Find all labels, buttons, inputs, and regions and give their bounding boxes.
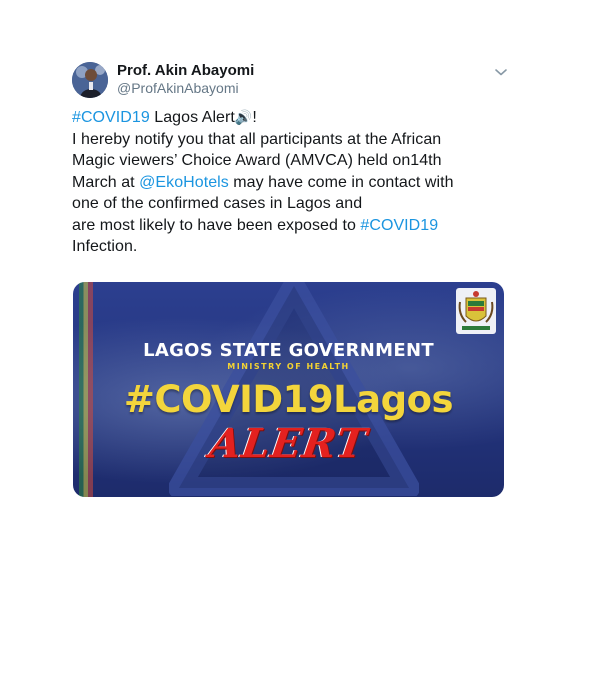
media-hashtag: #COVID19Lagos <box>123 378 454 421</box>
tweet-line-1: #COVID19 Lagos Alert🔊! <box>72 107 512 129</box>
author-handle[interactable]: @ProfAkinAbayomi <box>117 80 239 97</box>
hashtag-link[interactable]: #COVID19 <box>360 217 438 234</box>
speaker-emoji-icon: 🔊 <box>234 109 253 125</box>
lagos-coat-of-arms-icon <box>456 288 496 334</box>
tweet-card: Prof. Akin Abayomi @ProfAkinAbayomi #COV… <box>57 40 543 497</box>
avatar-image <box>72 62 108 98</box>
tweet-line-2: I hereby notify you that all participant… <box>72 130 442 148</box>
tweet-media-image[interactable]: LAGOS STATE GOVERNMENT MINISTRY OF HEALT… <box>73 282 504 497</box>
avatar[interactable] <box>72 62 108 98</box>
tweet-text-fragment: may have come in contact with <box>228 173 454 191</box>
tweet-text-fragment: are most likely to have been exposed to <box>72 216 361 234</box>
author-name[interactable]: Prof. Akin Abayomi <box>117 62 254 80</box>
hashtag-link[interactable]: #COVID19 <box>72 109 150 126</box>
tweet-header: Prof. Akin Abayomi @ProfAkinAbayomi <box>57 40 543 102</box>
media-gov-title: LAGOS STATE GOVERNMENT <box>143 340 434 361</box>
tweet-text-fragment: ! <box>252 109 257 126</box>
tweet-line-6: are most likely to have been exposed to … <box>72 215 512 237</box>
chevron-down-icon[interactable] <box>491 62 511 82</box>
tweet-line-5: one of the confirmed cases in Lagos and <box>72 195 363 212</box>
tweet-line-7: Infection. <box>72 238 138 255</box>
tweet-text-fragment: March at <box>72 173 140 191</box>
media-ministry: MINISTRY OF HEALTH <box>227 362 350 371</box>
tweet-line-4: March at @EkoHotels may have come in con… <box>72 172 512 194</box>
mention-link[interactable]: @EkoHotels <box>139 174 229 191</box>
tweet-text: #COVID19 Lagos Alert🔊! I hereby notify y… <box>72 107 512 258</box>
tweet-text-fragment: Lagos Alert <box>149 109 235 126</box>
tweet-line-3: Magic viewers’ Choice Award (AMVCA) held… <box>72 152 442 169</box>
media-alert-word: ALERT <box>206 420 371 467</box>
